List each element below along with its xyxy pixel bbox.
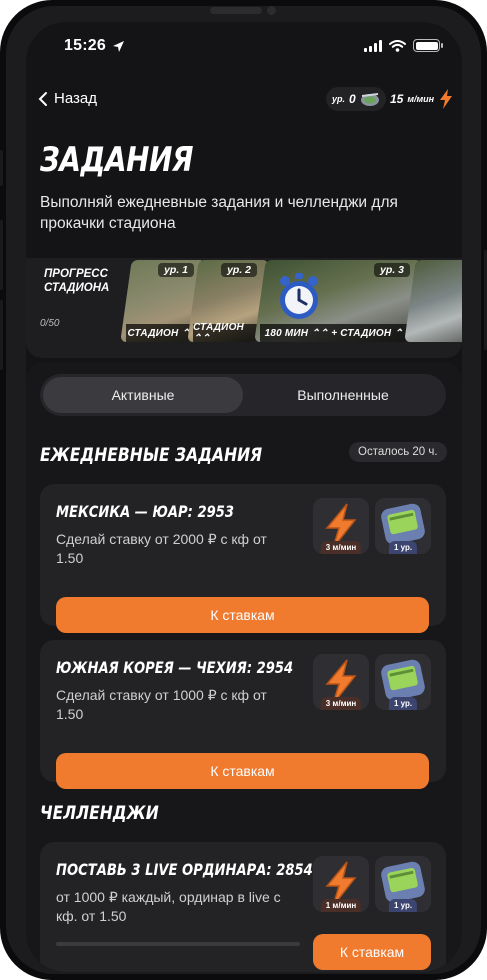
tile-caption: 180 МИН ⌃⌃ + СТАДИОН ⌃⌃ — [260, 324, 416, 342]
speed-reward: 3 м/мин — [313, 498, 369, 554]
stadium-icon — [360, 93, 379, 106]
stopwatch-icon — [280, 273, 318, 319]
tab-done[interactable]: Выполненные — [243, 377, 443, 413]
level-reward-label: 1 ур. — [388, 899, 418, 912]
speed-reward: 1 м/мин — [313, 856, 369, 912]
back-button[interactable]: Назад — [38, 90, 97, 107]
level-reward-label: 1 ур. — [388, 697, 418, 710]
speed-reward: 3 м/мин — [313, 654, 369, 710]
level-value: 0 — [349, 92, 356, 106]
lightning-icon — [440, 89, 453, 109]
tile-level-badge: ур. 1 — [158, 263, 194, 277]
level-prefix: ур. — [332, 94, 346, 104]
battery-icon — [413, 39, 443, 52]
wifi-icon — [389, 39, 406, 52]
page-title: ЗАДАНИЯ — [40, 140, 194, 180]
camera — [267, 6, 276, 15]
challenge-description: от 1000 ₽ каждый, ординар в live с кф. о… — [56, 889, 281, 924]
task-title: ЮЖНАЯ КОРЕЯ — ЧЕХИЯ: 2954 — [56, 658, 294, 677]
stadium-progress-count: 0/50 — [40, 318, 60, 329]
chevron-left-icon — [38, 91, 47, 106]
phone-frame: 15:26 Назад ур. 0 15 м/мин ЗАДАНИЯ Выпол… — [0, 0, 487, 980]
volume-up-button — [0, 220, 3, 290]
level-reward-label: 1 ур. — [388, 541, 418, 554]
page-subtitle: Выполняй ежедневные задания и челленджи … — [40, 194, 398, 232]
speed-value: 15 — [390, 92, 404, 106]
task-description: Сделай ставку от 1000 ₽ с кф от 1.50 — [56, 687, 267, 722]
volume-down-button — [0, 300, 3, 370]
tile-caption: СТАДИОН ⌃⌃ — [193, 322, 263, 342]
speed-reward-label: 3 м/мин — [320, 697, 362, 710]
location-arrow-icon — [112, 40, 124, 52]
status-bar-time: 15:26 — [64, 37, 125, 55]
tile-level-badge: ур. 2 — [221, 263, 257, 277]
stadium-level-tile[interactable]: ур. 3 180 МИН ⌃⌃ + СТАДИОН ⌃⌃ — [254, 260, 422, 342]
challenge-card: ПОСТАВЬ 3 LIVE ОРДИНАРА: 2854 от 1000 ₽ … — [40, 842, 446, 972]
signal-icon — [364, 39, 382, 52]
clock: 15:26 — [64, 37, 106, 54]
tab-active[interactable]: Активные — [43, 377, 243, 413]
mute-switch — [0, 150, 3, 186]
screen: 15:26 Назад ур. 0 15 м/мин ЗАДАНИЯ Выпол… — [26, 22, 462, 972]
speed-pill[interactable]: 15 м/мин — [384, 87, 460, 111]
to-bets-button[interactable]: К ставкам — [56, 753, 429, 789]
level-reward: 1 ур. — [375, 654, 431, 710]
tile-level-badge: ур. 3 — [374, 263, 410, 277]
level-reward: 1 ур. — [375, 856, 431, 912]
status-bar-icons — [364, 39, 443, 52]
task-description: Сделай ставку от 2000 ₽ с кф от 1.50 — [56, 531, 267, 566]
back-label: Назад — [54, 90, 97, 107]
remaining-time-badge: Осталось 20 ч. — [349, 442, 447, 462]
task-title: МЕКСИКА — ЮАР: 2953 — [56, 502, 234, 521]
tasks-tabs: Активные Выполненные — [40, 374, 446, 416]
speed-unit: м/мин — [407, 94, 435, 104]
task-card: ЮЖНАЯ КОРЕЯ — ЧЕХИЯ: 2954 Сделай ставку … — [40, 640, 446, 789]
to-bets-button[interactable]: К ставкам — [56, 597, 429, 633]
level-reward: 1 ур. — [375, 498, 431, 554]
speaker — [210, 7, 262, 14]
speed-reward-label: 3 м/мин — [320, 541, 362, 554]
daily-section-title: ЕЖЕДНЕВНЫЕ ЗАДАНИЯ — [40, 444, 263, 466]
challenge-progress-bar — [56, 942, 300, 946]
speed-reward-label: 1 м/мин — [320, 899, 362, 912]
level-pill[interactable]: ур. 0 — [326, 87, 386, 111]
challenges-section-title: ЧЕЛЛЕНДЖИ — [40, 802, 159, 824]
stadium-progress-label: ПРОГРЕСС СТАДИОНА — [44, 268, 110, 294]
task-card: МЕКСИКА — ЮАР: 2953 Сделай ставку от 200… — [40, 484, 446, 633]
challenge-title: ПОСТАВЬ 3 LIVE ОРДИНАРА: 2854 — [56, 860, 313, 879]
to-bets-button[interactable]: К ставкам — [313, 934, 431, 970]
